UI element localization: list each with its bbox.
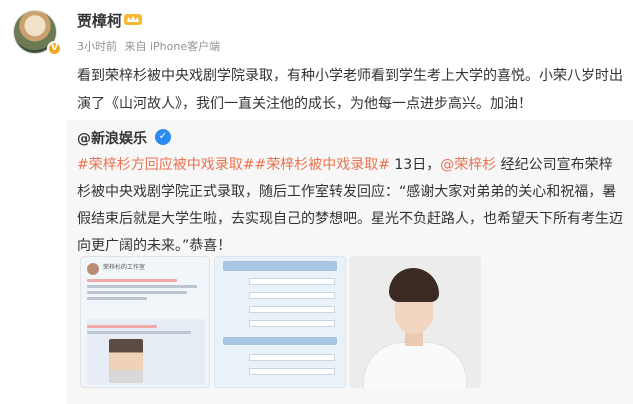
- image-thumbnail[interactable]: [214, 256, 346, 388]
- mention-link[interactable]: @荣梓杉: [440, 157, 496, 173]
- topic-tag[interactable]: #荣梓杉方回应被中戏录取#: [77, 157, 254, 173]
- post-source: 来自 iPhone客户端: [124, 40, 221, 53]
- form-header: [223, 261, 337, 271]
- verified-v-icon: ✓: [155, 129, 171, 145]
- form-section-bar: [223, 337, 337, 345]
- user-name[interactable]: 贾樟柯: [77, 10, 122, 31]
- image-thumbnail[interactable]: [349, 256, 481, 388]
- vip-crown-icon: [124, 14, 142, 25]
- thumb-repost-block: [87, 319, 205, 385]
- thumb-avatar: [87, 263, 99, 275]
- post-meta: 3小时前 来自 iPhone客户端: [77, 38, 224, 54]
- repost-user-name[interactable]: @新浪娱乐: [77, 128, 147, 148]
- post-text: 看到荣梓杉被中央戏剧学院录取，有种小学老师看到学生考上大学的喜悦。小荣八岁时出演…: [77, 68, 623, 112]
- repost-date: 13日，: [389, 157, 441, 173]
- post-time[interactable]: 3小时前: [77, 40, 117, 53]
- repost-text: #荣梓杉方回应被中戏录取##荣梓杉被中戏录取# 13日，@荣梓杉 经纪公司宣布荣…: [77, 152, 625, 260]
- thumb-user-name: 荣梓杉的工作室: [103, 264, 146, 271]
- badge-icon: V: [47, 41, 62, 56]
- thumb-photo: [109, 339, 143, 383]
- weibo-post: V 贾樟柯 3小时前 来自 iPhone客户端 看到荣梓杉被中央戏剧学院录取，有…: [0, 0, 633, 404]
- topic-tag[interactable]: #荣梓杉被中戏录取#: [254, 157, 389, 173]
- image-thumbnail[interactable]: 荣梓杉的工作室: [80, 256, 210, 388]
